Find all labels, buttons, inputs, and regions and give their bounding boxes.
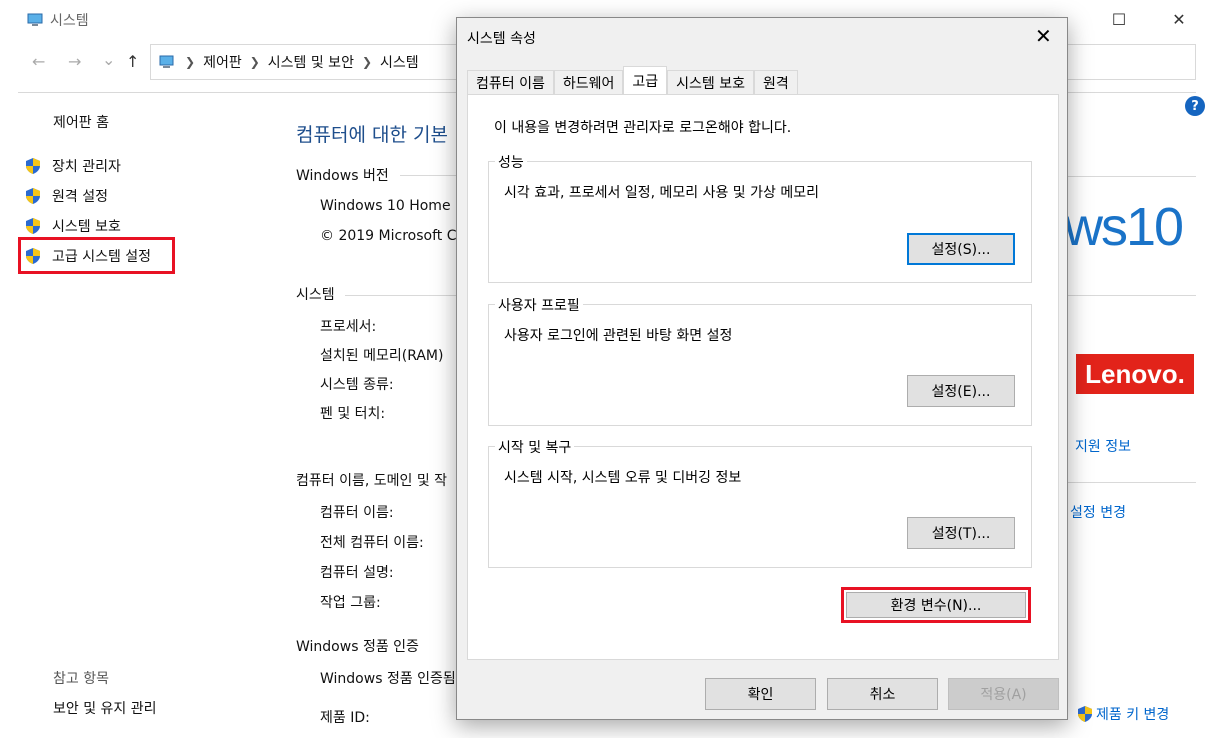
sidebar-item-label: 장치 관리자: [52, 159, 121, 175]
ok-button[interactable]: 확인: [705, 678, 816, 710]
performance-settings-button[interactable]: 설정(S)...: [907, 233, 1015, 265]
tab-system-protection[interactable]: 시스템 보호: [667, 70, 755, 95]
divider: [1068, 176, 1196, 177]
close-icon: ✕: [1172, 9, 1186, 29]
tab-hardware[interactable]: 하드웨어: [553, 70, 624, 95]
divider: [400, 175, 456, 176]
copyright-text: © 2019 Microsoft C: [320, 228, 457, 244]
sidebar-item-label: 시스템 보호: [52, 219, 121, 235]
user-profiles-settings-button[interactable]: 설정(E)...: [907, 375, 1015, 407]
user-profiles-description: 사용자 로그인에 관련된 바탕 화면 설정: [504, 328, 733, 344]
sidebar-item-device-manager[interactable]: 장치 관리자: [24, 156, 121, 176]
close-window-button[interactable]: ✕: [1156, 4, 1202, 34]
window-title: 시스템: [26, 10, 89, 30]
performance-description: 시각 효과, 프로세서 일정, 메모리 사용 및 가상 메모리: [504, 185, 819, 201]
forward-icon[interactable]: →: [68, 52, 81, 71]
activation-header: Windows 정품 인증: [296, 639, 419, 655]
maximize-button[interactable]: ☐: [1096, 4, 1142, 34]
apply-button[interactable]: 적용(A): [948, 678, 1059, 710]
user-profiles-label: 사용자 프로필: [495, 295, 583, 315]
up-icon[interactable]: ↑: [126, 52, 139, 71]
chevron-right-icon: ❯: [361, 55, 373, 69]
performance-label: 성능: [495, 152, 527, 172]
startup-recovery-settings-button[interactable]: 설정(T)...: [907, 517, 1015, 549]
tab-advanced[interactable]: 고급: [623, 66, 668, 95]
change-product-key-label: 제품 키 변경: [1096, 707, 1170, 723]
startup-recovery-group: 시작 및 복구 시스템 시작, 시스템 오류 및 디버깅 정보 설정(T)...: [488, 437, 1032, 568]
processor-label: 프로세서:: [320, 319, 377, 335]
tab-strip: 컴퓨터 이름 하드웨어 고급 시스템 보호 원격: [467, 66, 798, 95]
admin-note: 이 내용을 변경하려면 관리자로 로그온해야 합니다.: [494, 120, 792, 136]
history-dropdown-icon[interactable]: ⌄: [102, 50, 115, 69]
security-maintenance-link[interactable]: 보안 및 유지 관리: [53, 698, 157, 718]
system-header: 시스템: [296, 287, 335, 303]
ram-label: 설치된 메모리(RAM): [320, 348, 444, 364]
breadcrumb-control-panel[interactable]: 제어판: [203, 52, 242, 72]
environment-variables-button[interactable]: 환경 변수(N)...: [846, 592, 1026, 618]
computer-name-header: 컴퓨터 이름, 도메인 및 작: [296, 473, 448, 489]
control-panel-icon: [159, 55, 174, 68]
windows-edition-value: Windows 10 Home: [320, 198, 451, 214]
sidebar-item-label: 고급 시스템 설정: [52, 249, 152, 265]
shield-icon: [26, 158, 40, 174]
window-title-text: 시스템: [50, 13, 89, 29]
computer-name-label: 컴퓨터 이름:: [320, 505, 394, 521]
change-settings-link[interactable]: 설정 변경: [1070, 502, 1126, 522]
sidebar-item-label: 원격 설정: [52, 189, 108, 205]
breadcrumb-system-security[interactable]: 시스템 및 보안: [268, 52, 354, 72]
control-panel-home-link[interactable]: 제어판 홈: [53, 112, 109, 132]
support-info-link[interactable]: 지원 정보: [1075, 436, 1131, 456]
divider: [1068, 295, 1196, 296]
dialog-title: 시스템 속성: [467, 31, 536, 47]
full-computer-name-label: 전체 컴퓨터 이름:: [320, 535, 424, 551]
divider: [345, 295, 456, 296]
performance-group: 성능 시각 효과, 프로세서 일정, 메모리 사용 및 가상 메모리 설정(S)…: [488, 152, 1032, 283]
maximize-icon: ☐: [1111, 9, 1127, 29]
user-profiles-group: 사용자 프로필 사용자 로그인에 관련된 바탕 화면 설정 설정(E)...: [488, 295, 1032, 426]
computer-icon: [27, 13, 43, 26]
see-also-heading: 참고 항목: [53, 671, 109, 687]
product-id-label: 제품 ID:: [320, 710, 370, 726]
cancel-button[interactable]: 취소: [827, 678, 938, 710]
shield-icon: [1078, 706, 1092, 722]
shield-icon: [26, 248, 40, 264]
advanced-tab-panel: 이 내용을 변경하려면 관리자로 로그온해야 합니다. 성능 시각 효과, 프로…: [467, 94, 1059, 660]
back-icon[interactable]: ←: [32, 52, 45, 71]
computer-description-label: 컴퓨터 설명:: [320, 565, 394, 581]
change-product-key-link[interactable]: 제품 키 변경: [1076, 704, 1169, 724]
tab-computer-name[interactable]: 컴퓨터 이름: [467, 70, 554, 95]
shield-icon: [26, 218, 40, 234]
windows-10-logo: ws10: [1064, 197, 1184, 257]
windows-edition-header: Windows 버전: [296, 168, 389, 184]
help-icon[interactable]: ?: [1185, 96, 1205, 116]
lenovo-logo: Lenovo.: [1076, 354, 1194, 394]
activation-status: Windows 정품 인증됨: [320, 671, 456, 687]
page-title: 컴퓨터에 대한 기본: [296, 124, 448, 146]
breadcrumb-system[interactable]: 시스템: [380, 52, 419, 72]
system-type-label: 시스템 종류:: [320, 377, 394, 393]
sidebar-item-remote-settings[interactable]: 원격 설정: [24, 186, 108, 206]
sidebar-item-system-protection[interactable]: 시스템 보호: [24, 216, 121, 236]
startup-recovery-description: 시스템 시작, 시스템 오류 및 디버깅 정보: [504, 470, 742, 486]
shield-icon: [26, 188, 40, 204]
workgroup-label: 작업 그룹:: [320, 595, 381, 611]
dialog-close-button[interactable]: ✕: [1035, 24, 1052, 48]
tab-remote[interactable]: 원격: [754, 70, 798, 95]
chevron-right-icon: ❯: [249, 55, 260, 69]
chevron-right-icon: ❯: [185, 55, 196, 69]
divider: [1068, 482, 1196, 483]
sidebar-item-advanced-system-settings[interactable]: 고급 시스템 설정: [24, 246, 151, 266]
pen-touch-label: 펜 및 터치:: [320, 406, 386, 422]
startup-recovery-label: 시작 및 복구: [495, 437, 575, 457]
system-properties-dialog: 시스템 속성 ✕ 컴퓨터 이름 하드웨어 고급 시스템 보호 원격 이 내용을 …: [456, 17, 1068, 720]
